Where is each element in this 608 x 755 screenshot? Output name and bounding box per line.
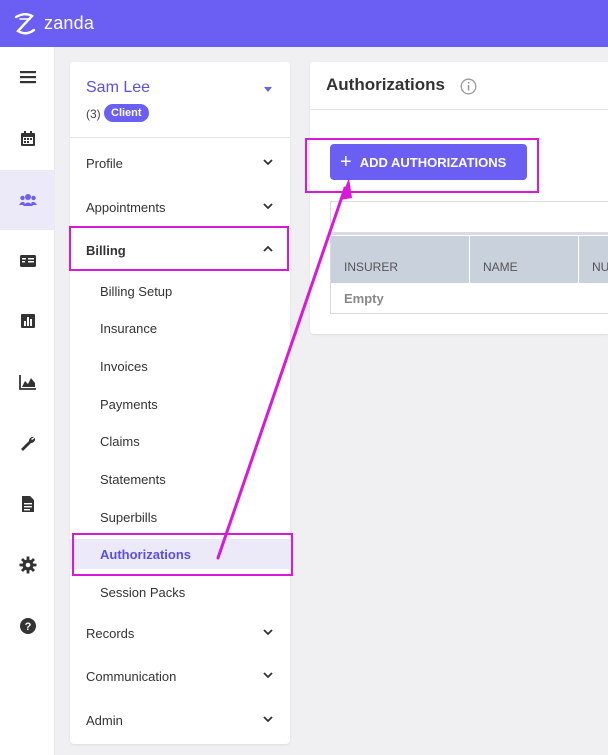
nav-item-statements[interactable]: Statements bbox=[70, 464, 290, 494]
nav-item-session-packs[interactable]: Session Packs bbox=[70, 577, 290, 607]
caret-down-icon[interactable] bbox=[264, 87, 272, 92]
nav-item-authorizations[interactable]: Authorizations bbox=[70, 539, 290, 569]
nav-section-label: Profile bbox=[86, 155, 123, 171]
nav-section-profile[interactable]: Profile bbox=[70, 148, 290, 178]
column-header-name[interactable]: NAME bbox=[470, 236, 579, 283]
page-title: Authorizations bbox=[326, 75, 445, 94]
calendar-icon[interactable] bbox=[0, 109, 55, 169]
nav-item-superbills[interactable]: Superbills bbox=[70, 502, 290, 532]
empty-row: Empty bbox=[344, 290, 384, 306]
wrench-icon[interactable] bbox=[0, 413, 55, 473]
nav-section-label: Appointments bbox=[86, 199, 166, 215]
chevron-up-icon bbox=[263, 245, 273, 252]
authorizations-card: Authorizations + ADD AUTHORIZATIONS INSU… bbox=[310, 62, 608, 334]
users-icon[interactable] bbox=[0, 170, 55, 230]
brand-name: zanda bbox=[44, 13, 95, 33]
menu-icon[interactable] bbox=[0, 47, 55, 107]
area-chart-icon[interactable] bbox=[0, 352, 55, 412]
nav-item-claims[interactable]: Claims bbox=[70, 426, 290, 456]
nav-item-billing-setup[interactable]: Billing Setup bbox=[70, 276, 290, 306]
icon-rail: ? bbox=[0, 47, 55, 755]
nav-section-communication[interactable]: Communication bbox=[70, 661, 290, 691]
nav-item-payments[interactable]: Payments bbox=[70, 389, 290, 419]
nav-section-records[interactable]: Records bbox=[70, 618, 290, 648]
nav-section-label: Records bbox=[86, 625, 135, 641]
chevron-down-icon bbox=[263, 203, 273, 210]
chevron-down-icon bbox=[263, 159, 273, 166]
chevron-down-icon bbox=[263, 672, 273, 679]
nav-section-admin[interactable]: Admin bbox=[70, 705, 290, 735]
svg-text:?: ? bbox=[24, 621, 31, 633]
table-toolbar bbox=[331, 202, 608, 235]
nav-section-label: Communication bbox=[86, 668, 177, 684]
gear-icon[interactable] bbox=[0, 535, 55, 595]
authorizations-table: INSURER NAME NU Empty bbox=[330, 201, 608, 314]
chevron-down-icon bbox=[263, 716, 273, 723]
card-header: Authorizations bbox=[310, 62, 608, 110]
column-header-number[interactable]: NU bbox=[579, 236, 608, 283]
column-header-insurer[interactable]: INSURER bbox=[331, 236, 470, 283]
client-badge: Client bbox=[104, 104, 149, 122]
plus-icon: + bbox=[340, 151, 352, 173]
top-bar: zanda bbox=[0, 0, 608, 47]
nav-section-label: Admin bbox=[86, 712, 123, 728]
add-authorizations-label: ADD AUTHORIZATIONS bbox=[359, 154, 507, 170]
help-icon[interactable]: ? bbox=[0, 596, 55, 656]
client-header: Sam Lee (3) Client bbox=[70, 62, 290, 138]
client-panel: Sam Lee (3) Client Profile Appointments … bbox=[70, 62, 290, 744]
id-card-icon[interactable] bbox=[0, 231, 55, 291]
nav-item-invoices[interactable]: Invoices bbox=[70, 351, 290, 381]
nav-section-label: Billing bbox=[86, 242, 126, 258]
zanda-logo-icon[interactable] bbox=[10, 9, 40, 39]
table-header: INSURER NAME NU bbox=[331, 236, 608, 283]
info-icon[interactable] bbox=[460, 78, 477, 95]
nav-item-insurance[interactable]: Insurance bbox=[70, 313, 290, 343]
add-authorizations-button[interactable]: + ADD AUTHORIZATIONS bbox=[330, 144, 527, 180]
client-count: (3) bbox=[86, 107, 101, 121]
document-icon[interactable] bbox=[0, 474, 55, 534]
nav-section-appointments[interactable]: Appointments bbox=[70, 192, 290, 222]
client-name[interactable]: Sam Lee bbox=[86, 79, 150, 97]
chevron-down-icon bbox=[263, 629, 273, 636]
bar-chart-icon[interactable] bbox=[0, 291, 55, 351]
nav-section-billing[interactable]: Billing bbox=[70, 235, 290, 265]
